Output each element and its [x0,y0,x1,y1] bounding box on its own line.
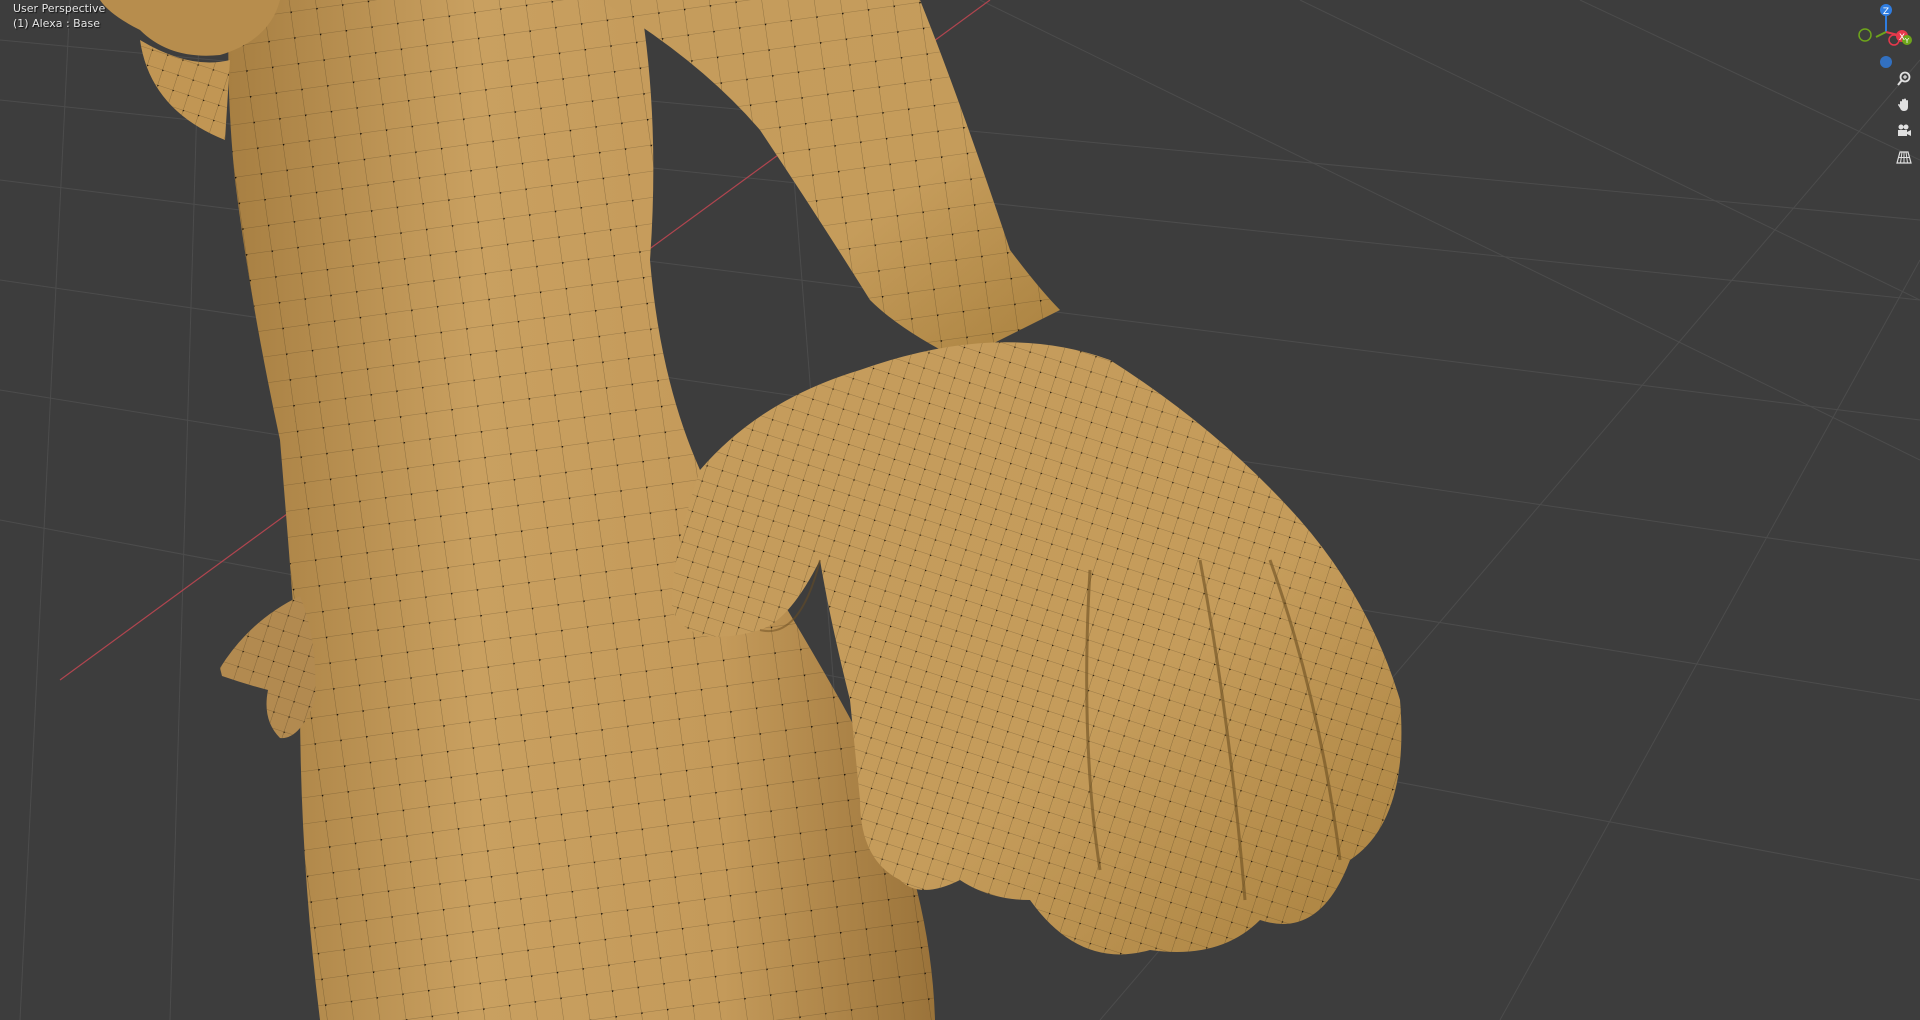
hand-icon [1898,98,1908,111]
gizmo-neg-z-axis [1880,56,1892,68]
camera-button[interactable] [1896,123,1918,145]
viewport-scene [0,0,1920,1020]
gizmo-neg-y-axis [1858,28,1872,42]
back-hand-mesh [220,596,316,739]
3d-viewport[interactable]: User Perspective (1) Alexa : Base Z X Y [0,0,1920,1020]
object-info-label: (1) Alexa : Base [13,17,100,30]
grid-icon [1896,151,1912,164]
navigation-gizmo[interactable]: Z X Y [1852,0,1920,70]
zoom-icon [1897,71,1911,86]
pan-button[interactable] [1896,97,1918,119]
arm-mesh [600,0,1060,360]
gizmo-z-label: Z [1883,7,1889,17]
gizmo-neg-x-axis [1888,34,1900,46]
perspective-button[interactable] [1896,149,1918,171]
zoom-button[interactable] [1896,71,1918,93]
camera-icon [1898,124,1911,136]
view-mode-label: User Perspective [13,2,106,15]
gizmo-y-label: Y [1904,37,1910,45]
